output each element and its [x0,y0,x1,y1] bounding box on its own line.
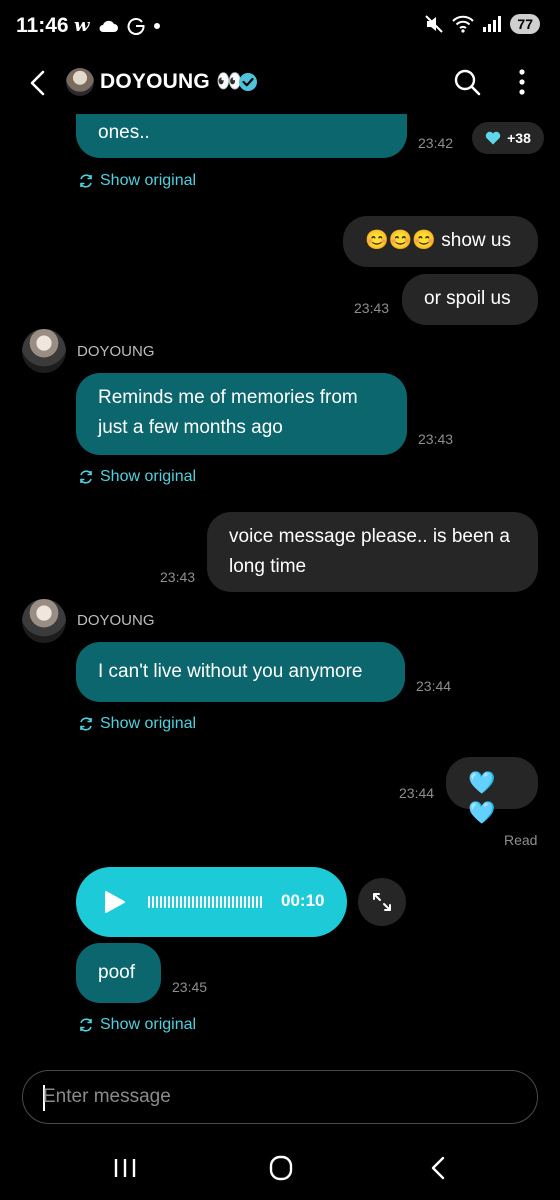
show-original-link[interactable]: Show original [78,715,196,733]
chat-header: DOYOUNG 👀 [0,56,560,112]
incoming-message-bubble[interactable]: Reminds me of memories from just a few m… [76,373,407,455]
verified-badge-icon [239,73,257,91]
reaction-badge[interactable]: +38 [472,122,544,154]
more-options-icon[interactable] [510,67,534,97]
play-icon[interactable] [104,890,126,914]
search-icon[interactable] [452,67,482,97]
voice-duration: 00:10 [281,891,325,910]
home-icon[interactable] [268,1154,294,1182]
sender-name: DOYOUNG [77,612,155,629]
dot-icon [153,22,160,29]
expand-voice-button[interactable] [358,878,406,926]
show-original-link[interactable]: Show original [78,1016,196,1034]
message-timestamp: 23:44 [399,785,435,801]
battery-indicator: 77 [510,14,540,34]
google-icon [127,17,145,35]
wifi-icon [452,15,475,33]
cloud-icon [99,20,118,32]
message-input[interactable] [43,1071,513,1123]
reaction-count: +38 [507,130,531,146]
translate-refresh-icon [80,470,92,484]
message-timestamp: 23:44 [416,678,452,694]
message-timestamp: 23:43 [418,431,454,447]
status-left-icons: w [74,15,160,36]
show-original-label: Show original [100,172,197,189]
header-avatar[interactable] [66,68,94,96]
translate-refresh-icon [80,1018,92,1032]
message-timestamp: 23:42 [418,135,454,151]
incoming-message-bubble[interactable]: poof [76,943,161,1003]
translate-refresh-icon [80,717,92,731]
outgoing-message-bubble[interactable]: voice message please.. is been a long ti… [207,512,538,592]
sender-avatar[interactable] [22,329,66,373]
read-receipt: Read [504,832,538,848]
expand-arrows-icon [373,893,391,911]
voice-message-player[interactable]: 00:10 [76,867,347,937]
incoming-message-bubble[interactable]: I can't live without you anymore [76,642,405,702]
status-time: 11:46 [16,14,69,37]
signal-icon [483,16,502,32]
show-original-link[interactable]: Show original [78,468,196,486]
chat-title[interactable]: DOYOUNG 👀 [100,70,242,94]
system-nav-bar [0,1140,560,1200]
message-timestamp: 23:43 [354,300,390,316]
heart-icon [485,131,501,145]
sender-avatar[interactable] [22,599,66,643]
status-bar: 11:46 w 77 [0,0,560,56]
recent-apps-icon[interactable] [112,1156,138,1180]
w-app-icon: w [74,15,90,36]
sender-name: DOYOUNG [77,343,155,360]
status-right-icons: 77 [424,14,540,34]
outgoing-message-bubble[interactable]: 😊😊😊 show us [343,216,538,267]
message-timestamp: 23:45 [172,979,208,995]
outgoing-message-bubble[interactable]: or spoil us [402,274,538,325]
mute-icon [425,15,444,33]
message-timestamp: 23:43 [160,569,196,585]
voice-waveform[interactable] [148,896,264,908]
nav-back-icon[interactable] [428,1155,448,1181]
back-arrow-icon[interactable] [24,68,54,98]
show-original-label: Show original [100,468,197,485]
outgoing-message-bubble[interactable]: 🩵🩵 [446,757,538,825]
translate-refresh-icon [80,174,92,188]
show-original-label: Show original [100,715,197,732]
show-original-label: Show original [100,1016,197,1033]
show-original-link[interactable]: Show original [78,172,196,190]
incoming-message-bubble[interactable]: ones.. [76,114,407,158]
message-input-bar[interactable] [22,1070,538,1124]
